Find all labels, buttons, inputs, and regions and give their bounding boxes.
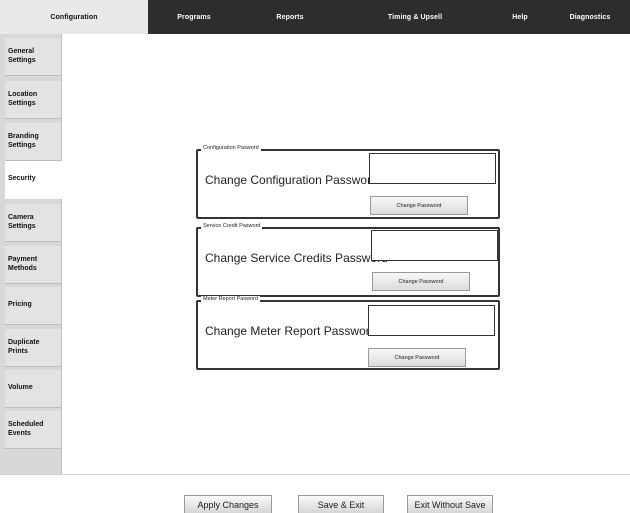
sidebar-item-pricing[interactable]: Pricing (5, 287, 61, 325)
service-credit-password-group: Service Credit Pasword Change Service Cr… (196, 223, 500, 297)
tab-programs[interactable]: Programs (148, 0, 240, 34)
sidebar-item-location-settings[interactable]: Location Settings (5, 81, 61, 119)
apply-changes-button[interactable]: Apply Changes (184, 495, 272, 513)
sidebar-item-label: Payment Methods (8, 256, 38, 272)
sidebar-item-volume[interactable]: Volume (5, 370, 61, 408)
group-label: Change Meter Report Password (205, 324, 377, 338)
configuration-password-field[interactable] (369, 153, 496, 184)
tab-configuration[interactable]: Configuration (0, 0, 148, 34)
sidebar-item-branding-settings[interactable]: Branding Settings (5, 123, 61, 161)
save-and-exit-button[interactable]: Save & Exit (298, 495, 384, 513)
sidebar-item-duplicate-prints[interactable]: Duplicate Prints (5, 329, 61, 367)
configuration-password-group: Configuration Pasword Change Configurati… (196, 145, 500, 219)
sidebar-item-label: Scheduled Events (8, 421, 44, 437)
tab-label: Configuration (50, 13, 98, 21)
sidebar-item-security[interactable]: Security (5, 161, 63, 199)
sidebar-item-label: Pricing (8, 301, 32, 309)
sidebar-item-label: Volume (8, 384, 33, 392)
tab-help[interactable]: Help (490, 0, 550, 34)
sidebar-item-general-settings[interactable]: General Settings (5, 38, 61, 76)
tab-diagnostics[interactable]: Diagnostics (550, 0, 630, 34)
settings-sidebar: General Settings Location Settings Brand… (0, 34, 63, 474)
footer-bar: Apply Changes Save & Exit Exit Without S… (0, 474, 630, 513)
change-meter-report-password-button[interactable]: Change Password (368, 348, 466, 367)
service-credit-password-field[interactable] (371, 230, 498, 261)
sidebar-item-label: Location Settings (8, 91, 38, 107)
sidebar-item-camera-settings[interactable]: Camera Settings (5, 204, 61, 242)
group-legend: Meter Report Pasword (201, 296, 261, 302)
tab-label: Timing & Upsell (387, 13, 443, 21)
tab-label: Reports (276, 13, 304, 21)
change-configuration-password-button[interactable]: Change Password (370, 196, 468, 215)
tab-label: Help (512, 13, 528, 21)
tab-reports[interactable]: Reports (240, 0, 340, 34)
sidebar-item-label: Branding Settings (8, 133, 39, 149)
change-service-credit-password-button[interactable]: Change Password (372, 272, 470, 291)
top-tab-bar: Configuration Programs Reports Timing & … (0, 0, 630, 34)
exit-without-save-button[interactable]: Exit Without Save (407, 495, 493, 513)
sidebar-item-label: Security (8, 175, 36, 183)
sidebar-item-label: General Settings (8, 48, 36, 64)
sidebar-item-label: Camera Settings (8, 214, 36, 230)
group-label: Change Configuration Password (205, 173, 378, 187)
sidebar-item-scheduled-events[interactable]: Scheduled Events (5, 411, 61, 449)
group-legend: Configuration Pasword (201, 145, 261, 151)
tab-label: Diagnostics (569, 13, 611, 21)
security-settings-panel: Configuration Pasword Change Configurati… (62, 34, 630, 474)
sidebar-item-payment-methods[interactable]: Payment Methods (5, 246, 61, 284)
sidebar-item-label: Duplicate Prints (8, 339, 40, 355)
meter-report-password-group: Meter Report Pasword Change Meter Report… (196, 296, 500, 370)
tab-timing-upsell[interactable]: Timing & Upsell (340, 0, 490, 34)
tab-label: Programs (177, 13, 211, 21)
meter-report-password-field[interactable] (368, 305, 495, 336)
group-legend: Service Credit Pasword (201, 223, 263, 229)
group-label: Change Service Credits Password (205, 251, 388, 265)
